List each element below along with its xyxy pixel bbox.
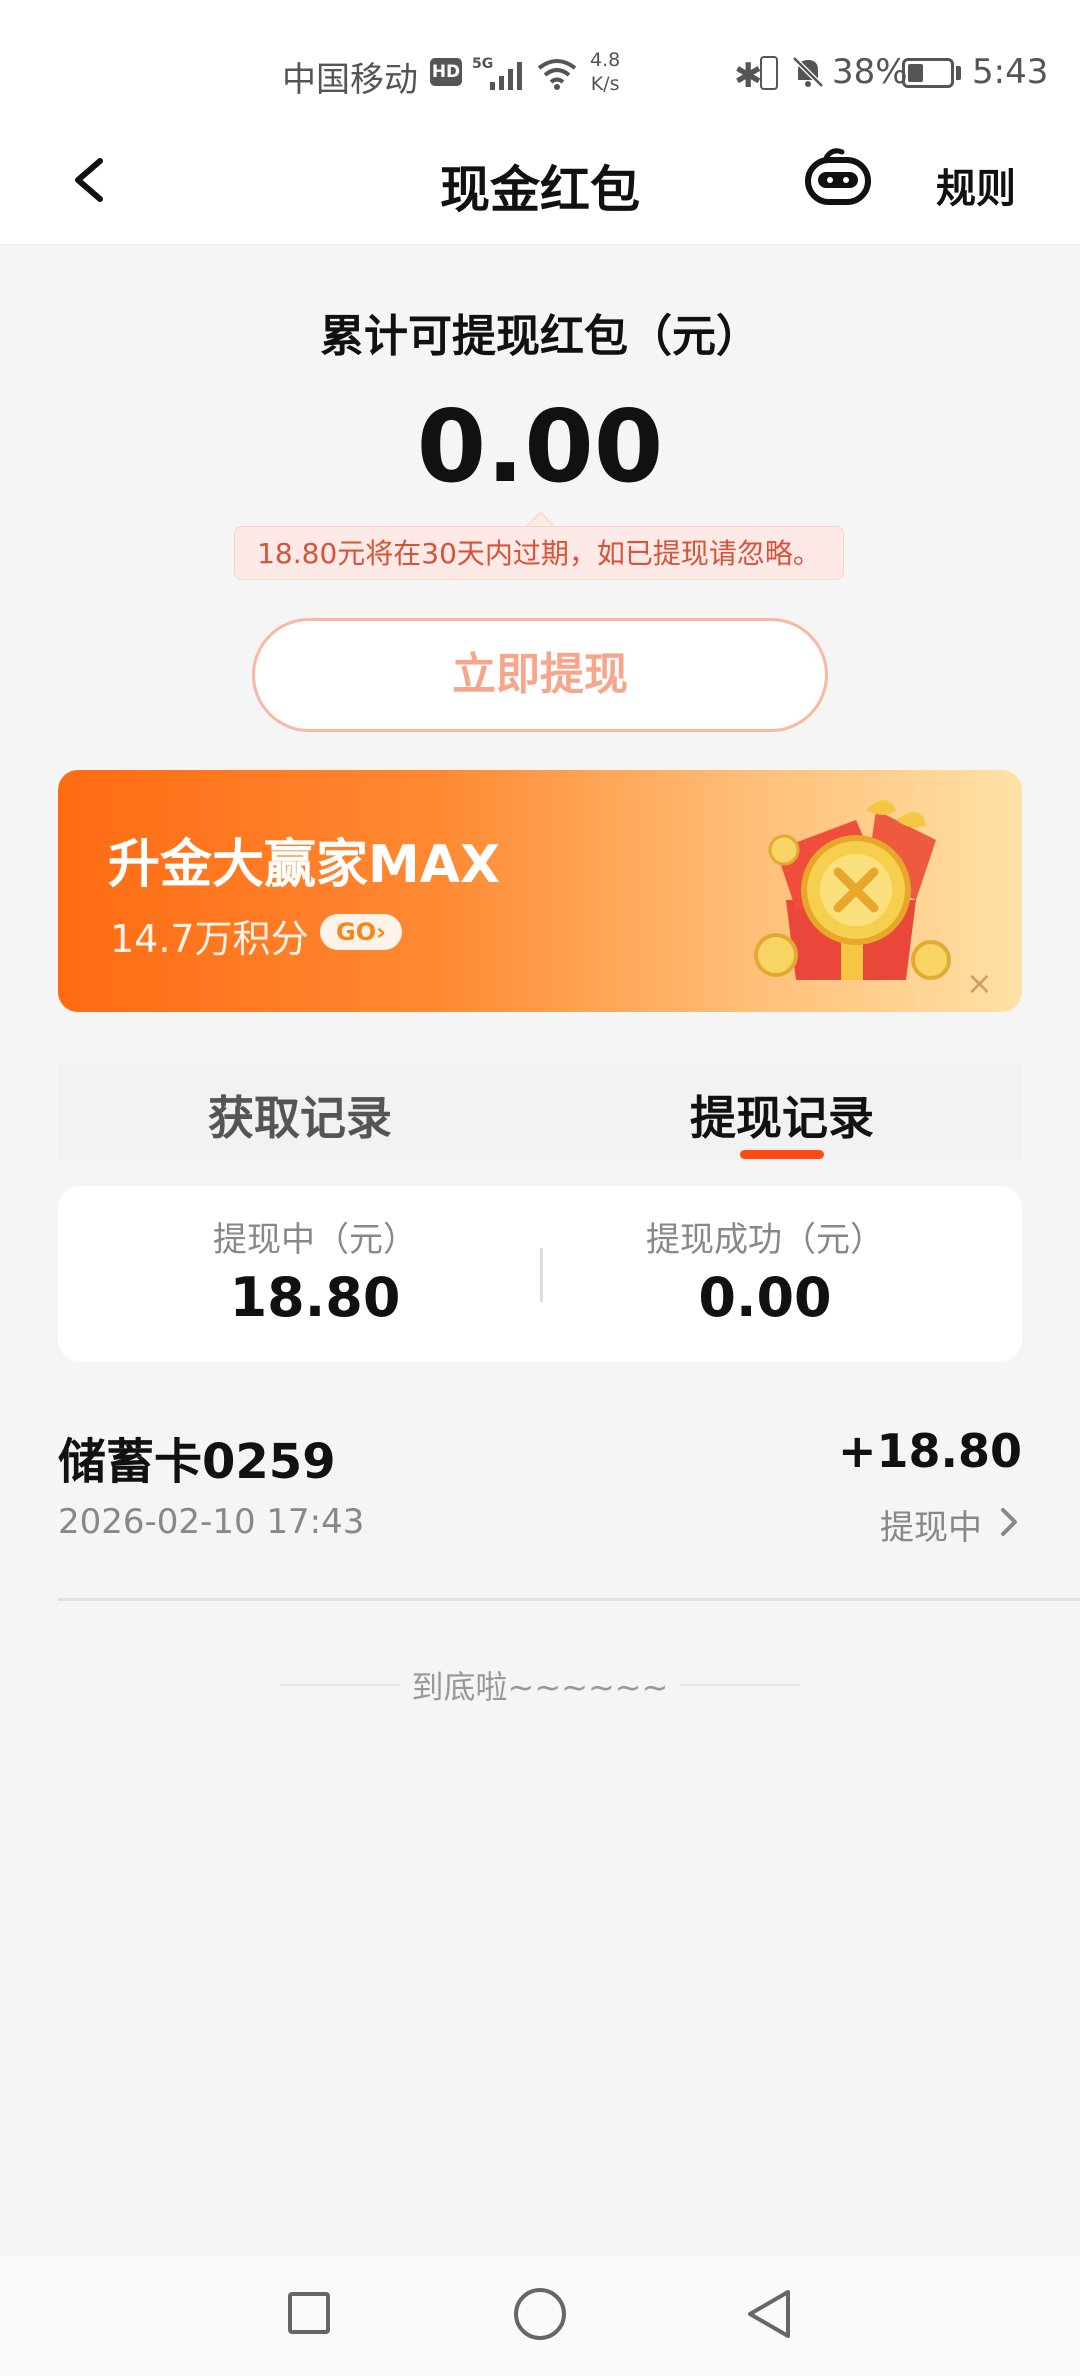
rules-link[interactable]: 规则 [936, 156, 1016, 214]
page-title: 现金红包 [440, 161, 640, 219]
balance-label: 累计可提现红包（元） [320, 311, 760, 362]
success-value: 0.00 [698, 1266, 832, 1329]
battery-tip [956, 66, 961, 80]
speed-unit: K/s [590, 73, 620, 95]
balance-amount: 0.00 [416, 388, 664, 505]
pending-value: 18.80 [229, 1266, 401, 1329]
record-divider [58, 1598, 1080, 1601]
record-title: 储蓄卡0259 [58, 1434, 336, 1490]
speed-value: 4.8 [590, 49, 621, 71]
record-date: 2026-02-10 17:43 [58, 1502, 365, 1542]
active-tab-indicator [740, 1150, 824, 1159]
signal-icon [490, 62, 522, 90]
battery-level [908, 64, 923, 82]
tab-earn-records[interactable]: 获取记录 [208, 1082, 392, 1148]
recent-apps-icon[interactable] [288, 2292, 330, 2334]
end-of-list-text: 到底啦~~~~~~ [411, 1668, 669, 1706]
pending-label: 提现中（元） [213, 1220, 417, 1260]
banner-close-icon[interactable]: × [966, 964, 993, 1002]
record-status[interactable]: 提现中 [880, 1500, 982, 1549]
battery-icon [902, 58, 954, 88]
banner-title: 升金大赢家MAX [108, 835, 501, 895]
banner-points: 14.7万积分 [110, 917, 309, 961]
gift-box-coin-icon [754, 800, 951, 980]
hd-badge: HD [430, 58, 462, 86]
success-label: 提现成功（元） [646, 1220, 884, 1260]
battery-percent: 38% [832, 52, 908, 92]
withdraw-now-button[interactable]: 立即提现 [252, 618, 828, 732]
mute-bell-icon [792, 56, 824, 88]
bluetooth-icon: ✱ [734, 56, 763, 96]
record-tabs [58, 1064, 1022, 1160]
banner-go-button[interactable]: GO› [320, 914, 402, 950]
network-speed: 4.8 K/s [590, 48, 620, 96]
chevron-right-icon[interactable] [996, 1506, 1022, 1538]
record-amount: +18.80 [837, 1424, 1022, 1478]
clock: 5:43 [972, 52, 1049, 92]
carrier-name: 中国移动 [282, 60, 418, 100]
home-icon[interactable] [514, 2288, 566, 2340]
assistant-robot-icon[interactable] [802, 146, 874, 210]
wifi-icon [537, 59, 577, 90]
expiry-notice: 18.80元将在30天内过期，如已提现请忽略。 [234, 526, 844, 580]
system-back-icon[interactable] [744, 2286, 794, 2342]
accessory-battery-icon [760, 56, 778, 90]
tab-withdraw-records[interactable]: 提现记录 [690, 1082, 874, 1148]
summary-divider [540, 1248, 543, 1302]
